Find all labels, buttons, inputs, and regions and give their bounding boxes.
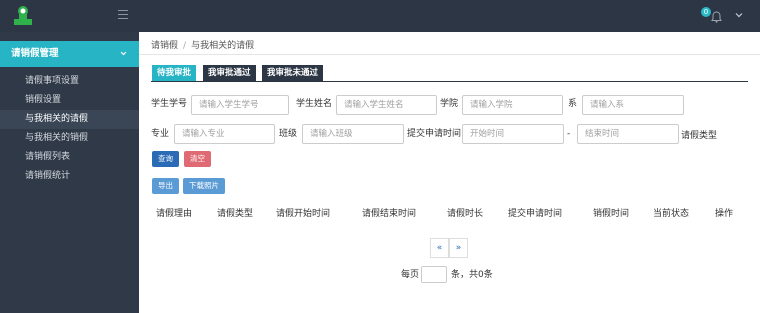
top-bar: 0 <box>0 0 760 32</box>
start-time-input[interactable] <box>462 124 564 144</box>
table-header: 提交申请时间 <box>508 209 563 219</box>
notification-badge: 0 <box>701 7 711 17</box>
sidebar-item-leave-list[interactable]: 请销假列表 <box>0 148 139 167</box>
student-id-label: 学生学号 <box>151 99 188 109</box>
divider <box>139 54 760 55</box>
sidebar-group-leave-management[interactable]: 请销假管理 <box>0 41 139 67</box>
table-header: 请假开始时间 <box>276 209 331 219</box>
sidebar-group-label: 请销假管理 <box>11 48 59 59</box>
tab-rejected[interactable]: 我审批未通过 <box>262 65 324 81</box>
class-input[interactable] <box>302 124 404 144</box>
end-time-input[interactable] <box>577 124 679 144</box>
sidebar-item-my-cancellations[interactable]: 与我相关的销假 <box>0 129 139 148</box>
table-header: 销假时间 <box>593 209 630 219</box>
breadcrumb-current: 与我相关的请假 <box>191 41 255 51</box>
per-page-input[interactable] <box>421 266 447 283</box>
chevron-down-icon[interactable] <box>735 12 743 18</box>
table-header: 请假理由 <box>156 209 193 219</box>
breadcrumb: 请销假 / 与我相关的请假 <box>151 38 254 51</box>
breadcrumb-separator: / <box>183 41 187 51</box>
sidebar-item-leave-stats[interactable]: 请销假统计 <box>0 167 139 186</box>
student-name-label: 学生姓名 <box>296 99 333 109</box>
tab-approved[interactable]: 我审批通过 <box>203 65 256 81</box>
breadcrumb-root[interactable]: 请销假 <box>151 41 178 51</box>
tab-pending-approval[interactable]: 待我审批 <box>152 65 197 81</box>
table-header: 操作 <box>715 209 734 219</box>
college-label: 学院 <box>440 99 459 109</box>
sidebar: 请销假管理 请假事项设置 销假设置 与我相关的请假 与我相关的销假 请销假列表 … <box>0 32 139 313</box>
submit-time-label: 提交申请时间 <box>407 129 462 139</box>
download-photo-button[interactable]: 下载照片 <box>183 178 225 194</box>
next-page-button[interactable]: » <box>449 238 468 258</box>
logo-icon[interactable] <box>12 5 34 27</box>
college-input[interactable] <box>462 95 563 115</box>
chevron-down-icon <box>120 51 127 56</box>
sidebar-item-leave-settings[interactable]: 请假事项设置 <box>0 72 139 91</box>
table-header: 当前状态 <box>653 209 690 219</box>
leave-type-label: 请假类型 <box>681 131 718 141</box>
record-count-text: 条，共0条 <box>451 270 493 280</box>
sidebar-item-cancel-settings[interactable]: 销假设置 <box>0 91 139 110</box>
major-label: 专业 <box>151 129 170 139</box>
student-name-input[interactable] <box>336 95 437 115</box>
per-page-label: 每页 <box>401 270 420 280</box>
query-button[interactable]: 查询 <box>152 151 179 167</box>
student-id-input[interactable] <box>191 95 289 115</box>
menu-toggle-icon[interactable] <box>118 10 128 19</box>
prev-page-button[interactable]: « <box>430 238 449 258</box>
sidebar-item-my-leaves[interactable]: 与我相关的请假 <box>0 110 139 129</box>
range-separator: - <box>567 129 571 139</box>
department-input[interactable] <box>582 95 684 115</box>
tabs-underline <box>151 81 748 82</box>
export-button[interactable]: 导出 <box>152 178 179 194</box>
bell-icon[interactable] <box>711 11 722 23</box>
table-header: 请假类型 <box>217 209 254 219</box>
clear-button[interactable]: 清空 <box>184 151 211 167</box>
table-header: 请假时长 <box>447 209 484 219</box>
table-header: 请假结束时间 <box>362 209 417 219</box>
major-input[interactable] <box>174 124 275 144</box>
department-label: 系 <box>568 99 578 109</box>
class-label: 班级 <box>279 129 298 139</box>
